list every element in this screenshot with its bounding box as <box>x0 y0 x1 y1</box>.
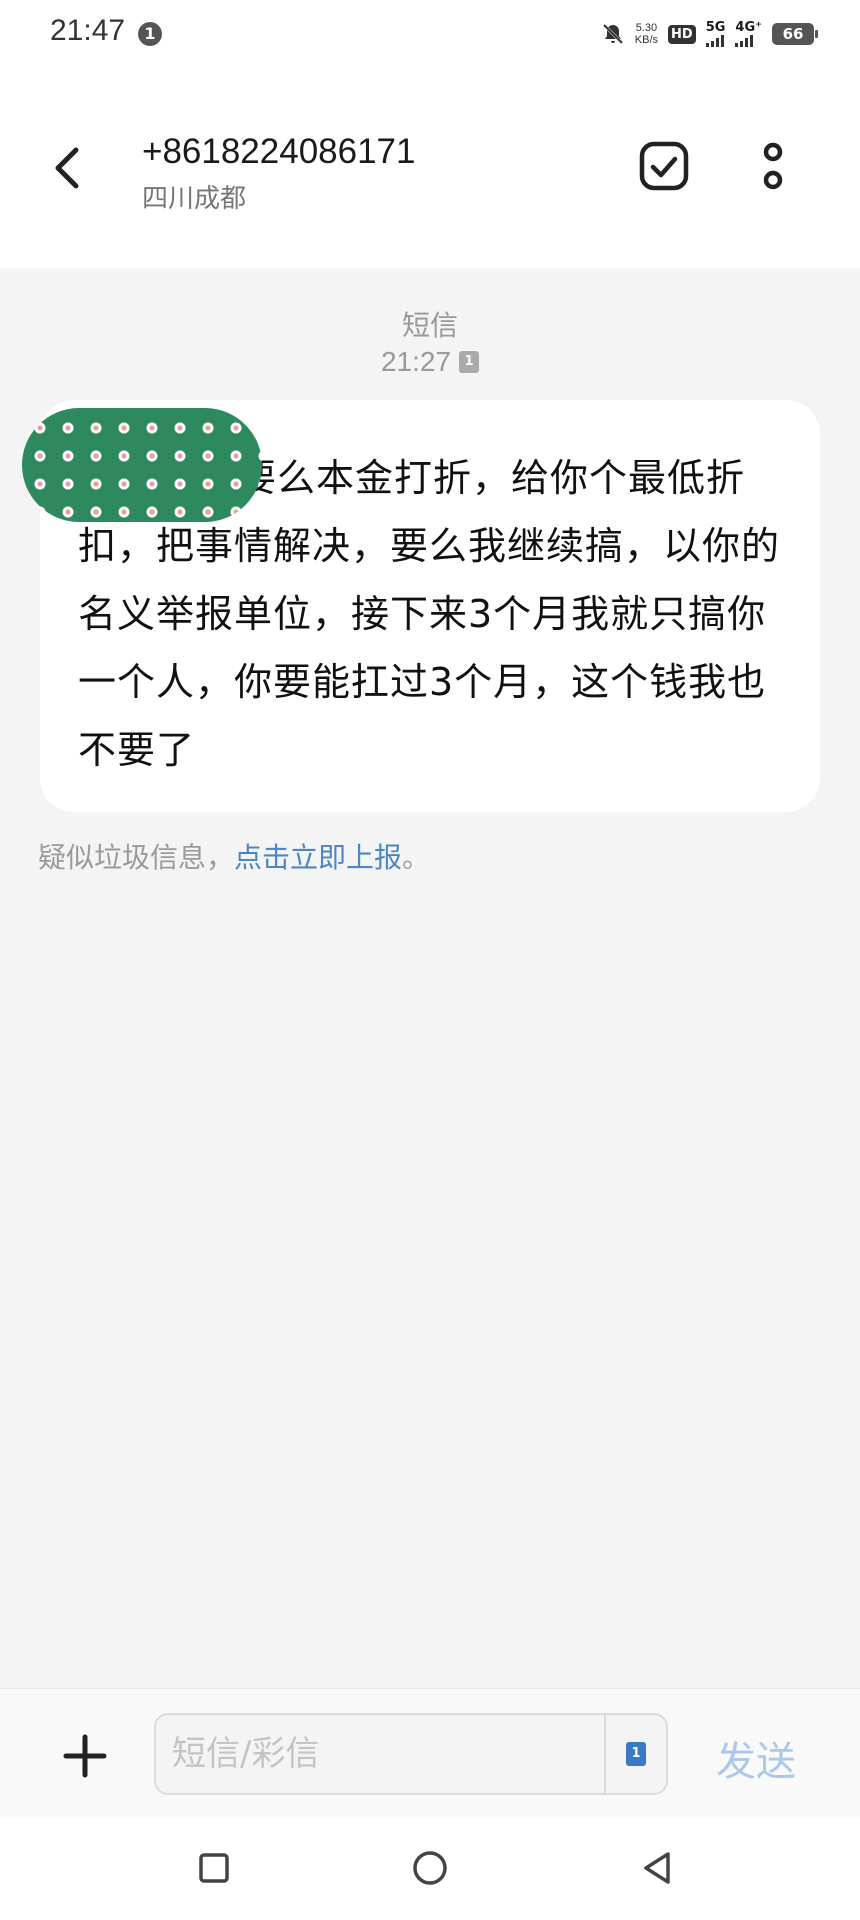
message-list[interactable]: 短信 21:27 1 要么本金打折，给你个最低折扣，把事情解决，要么我继续搞，以… <box>0 268 860 1688</box>
sim-card-icon: 1 <box>459 351 480 373</box>
battery-indicator: 66 <box>772 23 818 45</box>
contact-number: +8618224086171 <box>142 132 416 171</box>
net-speed-unit: KB/s <box>634 34 659 46</box>
status-bar: 21:47 1 5.30 KB/s HD 5G 4G⁺ 66 <box>0 0 860 70</box>
message-input[interactable] <box>172 1715 592 1793</box>
sim1-label: 5G <box>705 20 726 35</box>
signal-bars-icon <box>705 35 724 47</box>
plus-icon[interactable] <box>62 1733 108 1779</box>
nav-recent-icon[interactable] <box>198 1852 230 1884</box>
select-check-icon[interactable] <box>638 140 690 192</box>
send-button[interactable]: 发送 <box>716 1729 796 1787</box>
message-composer: 1 发送 <box>0 1688 860 1818</box>
message-type-label: 短信 <box>401 309 458 342</box>
message-timestamp-row: 21:27 1 <box>0 346 860 378</box>
nav-back-icon[interactable] <box>640 1850 674 1886</box>
spam-notice-suffix: 。 <box>402 841 431 874</box>
report-spam-link[interactable]: 点击立即上报 <box>234 841 402 874</box>
signal-bars-icon <box>735 35 754 47</box>
conversation-header: +8618224086171 四川成都 <box>0 70 860 268</box>
notification-badge: 1 <box>138 22 162 46</box>
spam-notice-text: 疑似垃圾信息， <box>38 841 235 874</box>
message-input-box: 1 <box>154 1713 668 1795</box>
back-icon[interactable] <box>44 140 94 196</box>
message-timestamp: 21:27 <box>380 346 452 377</box>
sim2-label: 4G⁺ <box>735 20 762 35</box>
net-speed: 5.30 KB/s <box>635 22 658 46</box>
hd-indicator: HD <box>668 24 696 44</box>
status-indicators: 5.30 KB/s HD 5G 4G⁺ 66 <box>601 16 818 52</box>
net-speed-value: 5.30 <box>635 22 658 34</box>
sim-card-icon: 1 <box>626 1742 646 1766</box>
more-vertical-icon[interactable] <box>750 140 796 196</box>
contact-location: 四川成都 <box>142 184 247 214</box>
sim-switch-button[interactable]: 1 <box>604 1715 666 1793</box>
status-time: 21:47 <box>50 14 126 47</box>
sim2-signal: 4G⁺ <box>735 21 762 47</box>
system-nav-bar <box>0 1818 860 1920</box>
nav-home-icon[interactable] <box>412 1850 448 1886</box>
mute-bell-icon <box>602 23 623 45</box>
redaction-sticker <box>22 408 262 522</box>
sim1-signal: 5G <box>705 20 726 47</box>
spam-notice: 疑似垃圾信息，点击立即上报。 <box>38 836 430 876</box>
